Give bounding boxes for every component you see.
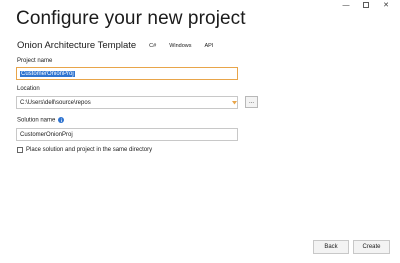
location-select[interactable]: C:\Users\dell\source\repos [16, 96, 238, 109]
browse-button[interactable]: ... [245, 96, 258, 108]
template-info: Onion Architecture Template C# Windows A… [17, 40, 213, 51]
minimize-button[interactable]: — [336, 0, 356, 10]
project-name-input[interactable]: CustomerOnionProj [16, 67, 238, 80]
template-tag: C# [149, 42, 157, 49]
solution-name-label: Solution name [17, 117, 56, 124]
chevron-down-icon[interactable] [231, 97, 237, 108]
solution-name-label-row: Solution name i [17, 117, 65, 124]
close-button[interactable]: ✕ [376, 0, 396, 10]
same-directory-checkbox[interactable] [17, 147, 23, 153]
page-title: Configure your new project [16, 8, 246, 29]
project-name-value: CustomerOnionProj [20, 70, 75, 77]
minimize-icon: — [342, 1, 350, 9]
solution-name-value: CustomerOnionProj [20, 131, 73, 138]
template-tag: Windows [169, 42, 192, 49]
location-label: Location [17, 86, 40, 92]
template-name: Onion Architecture Template [17, 40, 137, 51]
maximize-button[interactable] [356, 0, 376, 10]
back-button[interactable]: Back [313, 240, 349, 254]
info-icon[interactable]: i [58, 117, 65, 123]
create-button[interactable]: Create [353, 240, 390, 254]
template-tag: API [204, 42, 214, 49]
close-icon: ✕ [383, 1, 389, 9]
same-directory-label: Place solution and project in the same d… [26, 147, 153, 153]
window-controls: — ✕ [336, 0, 396, 10]
project-name-label: Project name [17, 58, 53, 64]
maximize-icon [363, 2, 369, 8]
location-value: C:\Users\dell\source\repos [20, 99, 91, 106]
solution-name-input[interactable]: CustomerOnionProj [16, 128, 238, 141]
